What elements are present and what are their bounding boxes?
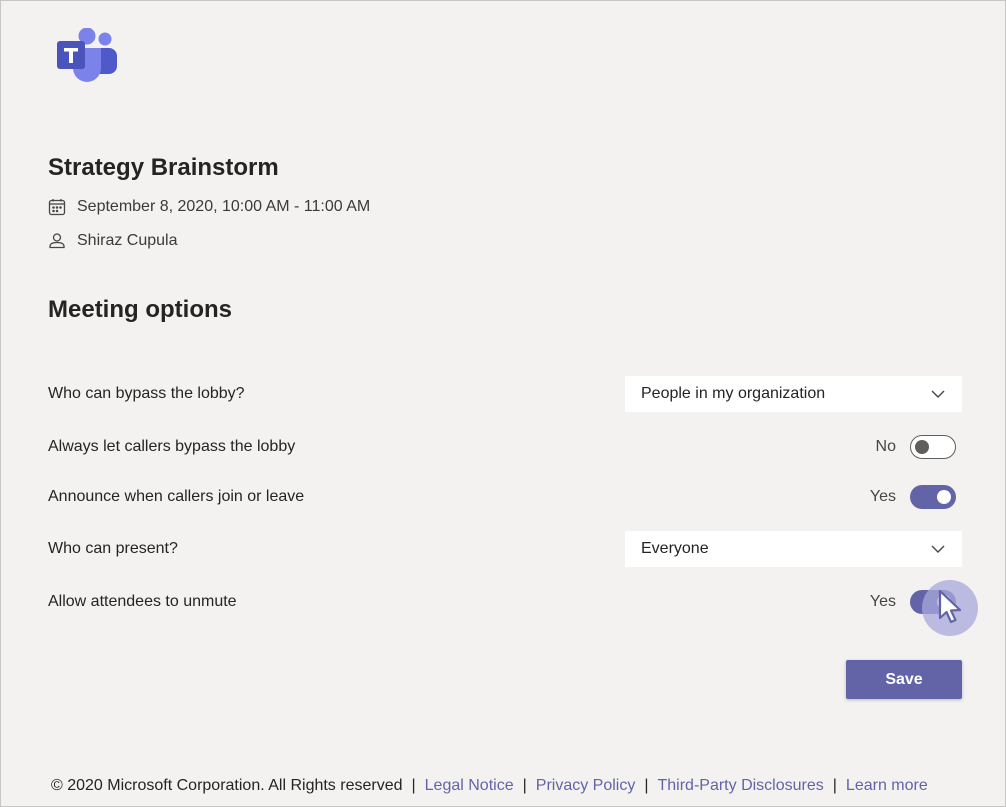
toggle-state-label: Yes <box>869 593 896 610</box>
callers-bypass-toggle[interactable] <box>910 435 956 459</box>
meeting-organizer-name: Shiraz Cupula <box>77 232 178 249</box>
meeting-datetime-text: September 8, 2020, 10:00 AM - 11:00 AM <box>77 198 371 215</box>
learn-more-link[interactable]: Learn more <box>846 777 928 794</box>
footer-separator: | <box>644 777 649 794</box>
toggle-state-label: Yes <box>869 488 896 505</box>
option-announce: Announce when callers join or leave Yes <box>48 479 962 515</box>
toggle-state-label: No <box>875 438 896 455</box>
option-callers-bypass: Always let callers bypass the lobby No <box>48 429 962 465</box>
announce-toggle[interactable] <box>910 485 956 509</box>
option-label: Allow attendees to unmute <box>48 593 237 610</box>
toggle-knob <box>915 440 929 454</box>
meeting-datetime: September 8, 2020, 10:00 AM - 11:00 AM <box>48 198 370 216</box>
microsoft-teams-logo <box>57 28 117 82</box>
third-party-disclosures-link[interactable]: Third-Party Disclosures <box>658 777 824 794</box>
presenters-dropdown[interactable]: Everyone <box>625 531 962 567</box>
meeting-options-heading: Meeting options <box>48 296 232 323</box>
footer-separator: | <box>411 777 416 794</box>
option-label: Announce when callers join or leave <box>48 488 305 505</box>
footer-separator: | <box>522 777 527 794</box>
privacy-policy-link[interactable]: Privacy Policy <box>536 777 636 794</box>
option-label: Always let callers bypass the lobby <box>48 438 296 455</box>
chevron-down-icon <box>931 390 945 398</box>
mouse-cursor-icon <box>938 589 962 624</box>
meeting-organizer: Shiraz Cupula <box>48 232 178 250</box>
option-label: Who can present? <box>48 540 178 557</box>
option-label: Who can bypass the lobby? <box>48 385 245 402</box>
option-unmute: Allow attendees to unmute Yes <box>48 584 962 620</box>
footer: © 2020 Microsoft Corporation. All Rights… <box>51 777 928 795</box>
legal-notice-link[interactable]: Legal Notice <box>425 777 514 794</box>
dropdown-value: Everyone <box>641 540 709 557</box>
option-lobby-bypass: Who can bypass the lobby? People in my o… <box>48 376 962 412</box>
meeting-title: Strategy Brainstorm <box>48 154 279 181</box>
save-button[interactable]: Save <box>846 660 962 699</box>
callers-bypass-toggle-group: No <box>876 435 956 459</box>
person-icon <box>49 233 65 249</box>
toggle-knob <box>937 490 951 504</box>
lobby-bypass-dropdown[interactable]: People in my organization <box>625 376 962 412</box>
option-presenters: Who can present? Everyone <box>48 531 962 567</box>
chevron-down-icon <box>931 545 945 553</box>
announce-toggle-group: Yes <box>870 485 956 509</box>
copyright-text: © 2020 Microsoft Corporation. All Rights… <box>51 777 403 794</box>
calendar-icon <box>48 199 66 216</box>
footer-separator: | <box>832 777 837 794</box>
dropdown-value: People in my organization <box>641 385 826 402</box>
